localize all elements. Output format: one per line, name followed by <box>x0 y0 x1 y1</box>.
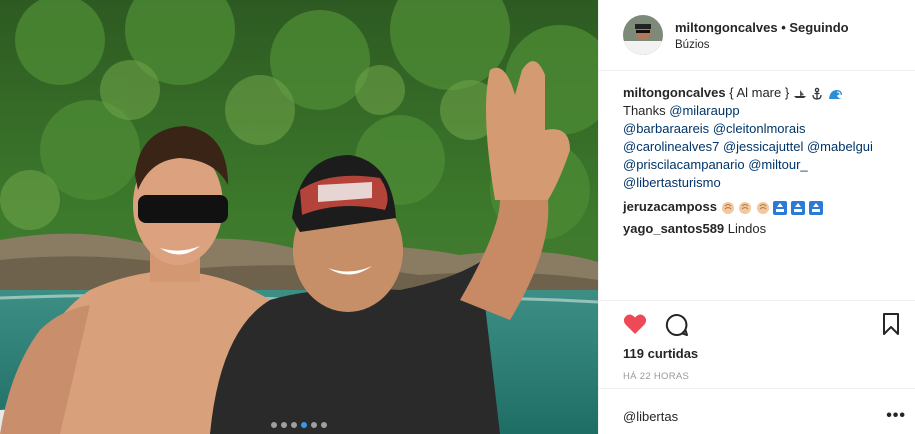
mention-link[interactable]: @barbaraareis <box>623 121 709 136</box>
comment-box: @libertas ••• <box>599 388 915 434</box>
more-options-button[interactable]: ••• <box>886 407 906 425</box>
likes-count[interactable]: 119 curtidas <box>623 346 698 361</box>
mention-link[interactable]: @cleitonlmorais <box>713 121 806 136</box>
clap-emoji-icon <box>721 201 734 214</box>
comments-list: miltongoncalves { Al mare } Thanks @mila… <box>623 84 908 242</box>
caption-text: { Al mare } <box>729 85 790 100</box>
post-actions: 119 curtidas HÁ 22 HORAS <box>599 300 915 388</box>
header-username[interactable]: miltongoncalves <box>675 20 778 35</box>
anchor-emoji-icon <box>812 87 823 100</box>
instagram-post: miltongoncalves • Seguindo Búzios milton… <box>0 0 915 434</box>
caption-thanks: Thanks <box>623 103 666 118</box>
post-header: miltongoncalves • Seguindo Búzios <box>599 0 915 71</box>
top-emoji-icon <box>773 200 788 215</box>
comment-item: jeruzacamposs <box>623 198 908 216</box>
post-photo[interactable] <box>0 0 598 434</box>
carousel-dot <box>291 422 297 428</box>
caption: miltongoncalves { Al mare } Thanks @mila… <box>623 84 908 192</box>
carousel-dot-active <box>301 422 307 428</box>
comment-username[interactable]: yago_santos589 <box>623 221 724 236</box>
top-emoji-icon <box>808 200 823 215</box>
comment-username[interactable]: jeruzacamposs <box>623 199 717 214</box>
bookmark-icon[interactable] <box>882 313 900 335</box>
mention-link[interactable]: @mabelgui <box>807 139 873 154</box>
mention-link[interactable]: @miltour_ <box>748 157 807 172</box>
comment-icon[interactable] <box>665 313 689 337</box>
avatar[interactable] <box>623 15 663 55</box>
mention-link[interactable]: @libertasturismo <box>623 175 721 190</box>
carousel-indicator <box>0 422 598 428</box>
carousel-dot <box>311 422 317 428</box>
clap-emoji-icon <box>739 201 752 214</box>
wave-emoji-icon <box>828 86 845 101</box>
comment-text: Lindos <box>727 221 767 236</box>
avatar-image <box>623 15 663 55</box>
carousel-dot <box>271 422 277 428</box>
comment-item: yago_santos589 Lindos <box>623 220 908 238</box>
comment-input[interactable]: @libertas <box>623 409 678 424</box>
top-emoji-icon <box>791 200 806 215</box>
clap-emoji-icon <box>756 201 769 214</box>
header-separator: • <box>781 19 786 35</box>
caption-username[interactable]: miltongoncalves <box>623 85 726 100</box>
mention-link[interactable]: @jessicajuttel <box>723 139 803 154</box>
mention-link[interactable]: @carolinealves7 <box>623 139 719 154</box>
photo-image <box>0 0 598 434</box>
mention-link[interactable]: @priscilacampanario <box>623 157 745 172</box>
carousel-dot <box>281 422 287 428</box>
mention-link[interactable]: @milaraupp <box>669 103 739 118</box>
boat-emoji-icon <box>793 89 806 98</box>
post-timestamp[interactable]: HÁ 22 HORAS <box>623 371 689 382</box>
heart-icon[interactable] <box>623 313 647 335</box>
post-sidebar: miltongoncalves • Seguindo Búzios milton… <box>598 0 915 434</box>
follow-status-button[interactable]: Seguindo <box>789 20 848 35</box>
location-link[interactable]: Búzios <box>675 39 849 51</box>
carousel-dot <box>321 422 327 428</box>
